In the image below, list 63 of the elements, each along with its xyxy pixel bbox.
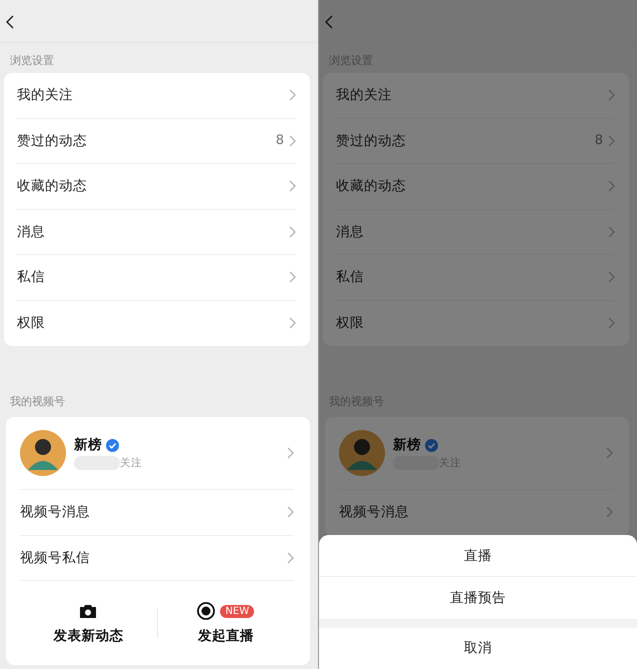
chevron-right-icon: [608, 89, 615, 102]
settings-row[interactable]: 我的关注: [336, 73, 615, 118]
chevron-right-icon: [289, 180, 296, 192]
row-label: 权限: [17, 314, 45, 332]
settings-row[interactable]: 视频号消息: [20, 490, 294, 536]
row-label: 收藏的动态: [336, 177, 406, 196]
settings-row[interactable]: 权限: [17, 300, 296, 346]
row-label: 消息: [336, 222, 364, 241]
action-button[interactable]: NEW 发起直播: [158, 601, 294, 645]
chevron-right-icon: [608, 226, 615, 238]
sheet-option[interactable]: 直播: [319, 535, 637, 578]
settings-row[interactable]: 消息: [17, 210, 296, 255]
row-label: 我的关注: [17, 86, 73, 104]
row-label: 我的关注: [336, 86, 392, 104]
settings-row[interactable]: 赞过的动态 8: [336, 118, 615, 164]
chevron-right-icon: [608, 317, 615, 330]
chevron-right-icon: [608, 134, 615, 147]
section-header: 我的视频号: [9, 394, 65, 410]
row-label: 私信: [336, 268, 364, 286]
chevron-right-icon: [287, 447, 294, 459]
settings-row[interactable]: 私信: [336, 255, 615, 300]
row-label: 权限: [336, 314, 364, 332]
chevron-right-icon: [289, 134, 296, 147]
new-badge: NEW: [220, 604, 254, 618]
back-icon[interactable]: [6, 15, 14, 29]
channel-name: 新榜: [74, 436, 102, 454]
channel-name: 新榜: [393, 436, 421, 454]
settings-row[interactable]: 我的关注: [17, 73, 296, 118]
chevron-right-icon: [287, 552, 294, 564]
chevron-right-icon: [287, 506, 294, 518]
row-label: 赞过的动态: [17, 132, 87, 150]
chevron-right-icon: [608, 180, 615, 192]
chevron-right-icon: [289, 226, 296, 238]
settings-row[interactable]: 赞过的动态 8: [17, 118, 296, 164]
profile-row[interactable]: 新榜 关注: [20, 417, 294, 490]
count-label: 8: [276, 133, 284, 148]
settings-row[interactable]: 权限: [336, 300, 615, 346]
chevron-right-icon: [289, 317, 296, 330]
follow-label: 关注: [120, 456, 142, 470]
row-label: 视频号消息: [339, 503, 409, 522]
avatar-icon: [339, 430, 385, 476]
settings-row[interactable]: 收藏的动态: [17, 164, 296, 210]
row-label: 私信: [17, 268, 45, 286]
row-label: 视频号私信: [20, 548, 90, 567]
action-button[interactable]: 发表新动态: [20, 601, 156, 645]
row-label: 消息: [17, 222, 45, 241]
settings-row[interactable]: 视频号私信: [20, 536, 294, 581]
settings-row[interactable]: 消息: [336, 210, 615, 255]
record-icon: [197, 602, 216, 620]
section-header: 浏览设置: [9, 53, 54, 69]
chevron-right-icon: [606, 506, 613, 518]
row-label: 视频号消息: [20, 503, 90, 522]
chevron-right-icon: [608, 271, 615, 284]
camera-icon: [80, 604, 96, 618]
chevron-right-icon: [289, 271, 296, 284]
row-label: 赞过的动态: [336, 132, 406, 150]
settings-row[interactable]: 收藏的动态: [336, 164, 615, 210]
settings-row[interactable]: 私信: [17, 255, 296, 300]
chevron-right-icon: [606, 447, 613, 459]
avatar-icon: [20, 430, 66, 476]
row-label: 收藏的动态: [17, 177, 87, 196]
count-label: 8: [594, 133, 603, 148]
chevron-right-icon: [289, 89, 296, 102]
